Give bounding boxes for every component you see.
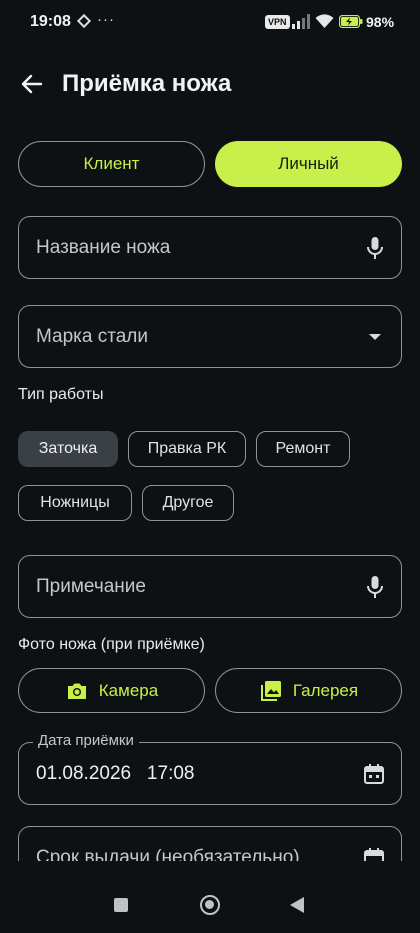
app-bar: Приёмка ножа xyxy=(0,58,420,110)
gallery-button[interactable]: Галерея xyxy=(215,668,402,713)
status-bar: 19:08 ··· VPN 98% xyxy=(0,0,420,44)
home-icon[interactable] xyxy=(200,895,220,915)
accept-date-field[interactable]: Дата приёмки 01.08.2026 17:08 xyxy=(18,732,402,805)
steel-grade-dropdown[interactable]: Марка стали xyxy=(18,305,402,368)
camera-button-label: Камера xyxy=(98,680,159,700)
back-arrow-icon[interactable] xyxy=(18,70,46,98)
chip-other[interactable]: Другое xyxy=(142,485,234,521)
app-notification-icon xyxy=(76,13,92,29)
segment-client[interactable]: Клиент xyxy=(18,141,205,187)
mic-icon[interactable] xyxy=(365,575,385,599)
vpn-badge: VPN xyxy=(265,15,290,29)
photo-label: Фото ножа (при приёмке) xyxy=(18,636,205,653)
calendar-icon[interactable] xyxy=(363,847,385,862)
chip-scissors[interactable]: Ножницы xyxy=(18,485,132,521)
steel-grade-placeholder: Марка стали xyxy=(36,325,149,347)
chip-edge-repair[interactable]: Правка РК xyxy=(128,431,246,467)
camera-button[interactable]: Камера xyxy=(18,668,205,713)
recents-icon[interactable] xyxy=(114,898,128,912)
dropdown-caret-icon xyxy=(369,333,381,340)
issue-date-placeholder: Срок выдачи (необязательно) xyxy=(36,846,300,862)
note-field[interactable]: Примечание xyxy=(18,555,402,618)
camera-icon xyxy=(67,683,86,699)
system-back-icon[interactable] xyxy=(290,897,304,913)
page-title: Приёмка ножа xyxy=(62,70,232,97)
battery-charging-icon xyxy=(339,15,363,28)
issue-date-clip: Срок выдачи (необязательно) xyxy=(0,826,420,861)
signal-icon xyxy=(292,14,310,29)
accept-date-value: 01.08.2026 17:08 xyxy=(36,762,195,784)
system-nav-bar xyxy=(0,861,420,933)
mic-icon[interactable] xyxy=(365,236,385,260)
more-notifications-icon: ··· xyxy=(97,11,115,28)
calendar-icon[interactable] xyxy=(363,763,385,785)
chip-repair[interactable]: Ремонт xyxy=(256,431,350,467)
battery-percent: 98% xyxy=(366,14,395,30)
knife-name-placeholder: Название ножа xyxy=(36,236,171,258)
work-type-label: Тип работы xyxy=(18,386,104,403)
wifi-icon xyxy=(315,14,334,28)
note-placeholder: Примечание xyxy=(36,575,146,597)
accept-date-label: Дата приёмки xyxy=(33,732,139,749)
status-time: 19:08 xyxy=(30,13,71,30)
gallery-button-label: Галерея xyxy=(292,680,359,700)
gallery-icon xyxy=(260,680,281,701)
segment-personal[interactable]: Личный xyxy=(215,141,402,187)
knife-name-field[interactable]: Название ножа xyxy=(18,216,402,279)
issue-date-field[interactable]: Срок выдачи (необязательно) xyxy=(18,826,402,861)
chip-sharpening[interactable]: Заточка xyxy=(18,431,118,467)
